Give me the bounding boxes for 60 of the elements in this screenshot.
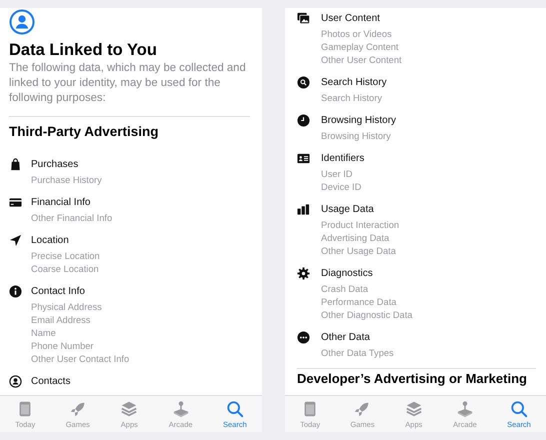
data-type: Other User Content bbox=[320, 54, 403, 67]
purpose-heading: Third-Party Advertising bbox=[9, 124, 160, 140]
ellipsis-icon bbox=[297, 330, 310, 344]
purpose-heading: Developer’s Advertising or Marketing bbox=[297, 372, 528, 386]
bar-chart-icon bbox=[297, 202, 310, 216]
data-type: Gameplay Content bbox=[320, 41, 400, 54]
clock-icon bbox=[297, 114, 310, 126]
location-arrow-icon bbox=[9, 234, 22, 246]
category-title: Contacts bbox=[31, 376, 70, 386]
stack-icon bbox=[404, 400, 423, 418]
joystick-icon bbox=[172, 400, 190, 418]
search-icon bbox=[297, 76, 310, 88]
data-type: Device ID bbox=[320, 181, 362, 194]
rocket-icon bbox=[353, 400, 372, 418]
category-title: Other Data bbox=[321, 332, 370, 342]
data-type: Email Address bbox=[30, 314, 92, 327]
data-type: Phone Number bbox=[30, 340, 95, 353]
category-title: Location bbox=[31, 234, 69, 246]
data-type: Other Data Types bbox=[320, 347, 395, 360]
data-type: Other User Contact Info bbox=[30, 353, 130, 366]
id-card-icon bbox=[297, 152, 310, 164]
stack-icon bbox=[120, 400, 138, 418]
bag-icon bbox=[9, 158, 22, 170]
category-title: Browsing History bbox=[321, 114, 396, 126]
person-circle-icon bbox=[9, 9, 35, 35]
data-type: Advertising Data bbox=[320, 232, 390, 245]
data-type: Other Diagnostic Data bbox=[320, 309, 414, 322]
data-type: Photos or Videos bbox=[320, 28, 393, 41]
data-type: Precise Location bbox=[30, 250, 101, 263]
data-type: Coarse Location bbox=[30, 263, 100, 276]
data-type: Crash Data bbox=[320, 283, 370, 296]
search-icon bbox=[510, 400, 528, 418]
gear-icon bbox=[297, 266, 310, 280]
data-type: Purchase History bbox=[30, 174, 103, 187]
data-type: Physical Address bbox=[30, 301, 103, 314]
data-type: Other Financial Info bbox=[30, 212, 114, 225]
data-type: Performance Data bbox=[320, 296, 398, 309]
category-title: User Content bbox=[321, 12, 380, 24]
data-type: Search History bbox=[320, 92, 383, 105]
category-title: Diagnostics bbox=[321, 268, 373, 278]
data-type: Name bbox=[30, 327, 57, 340]
category-title: Purchases bbox=[31, 158, 78, 170]
joystick-icon bbox=[456, 400, 474, 418]
section-title: Data Linked to You bbox=[9, 40, 158, 60]
search-icon bbox=[226, 400, 244, 418]
category-title: Identifiers bbox=[321, 152, 364, 164]
description: The following data, which may be collected and linked to your identity, may be used for the following purposes: bbox=[9, 61, 247, 106]
data-type: Other Usage Data bbox=[320, 245, 397, 258]
rocket-icon bbox=[68, 400, 87, 418]
category-title: Financial Info bbox=[31, 196, 90, 208]
photos-icon bbox=[297, 12, 310, 24]
category-title: Contact Info bbox=[31, 286, 85, 296]
info-icon bbox=[9, 284, 22, 298]
data-type: Product Interaction bbox=[320, 219, 400, 232]
data-type: Browsing History bbox=[320, 130, 392, 143]
category-title: Search History bbox=[321, 76, 387, 88]
person-circle-icon bbox=[9, 374, 22, 388]
credit-card-icon bbox=[9, 196, 22, 208]
category-title: Usage Data bbox=[321, 204, 374, 214]
data-type: User ID bbox=[320, 168, 354, 181]
